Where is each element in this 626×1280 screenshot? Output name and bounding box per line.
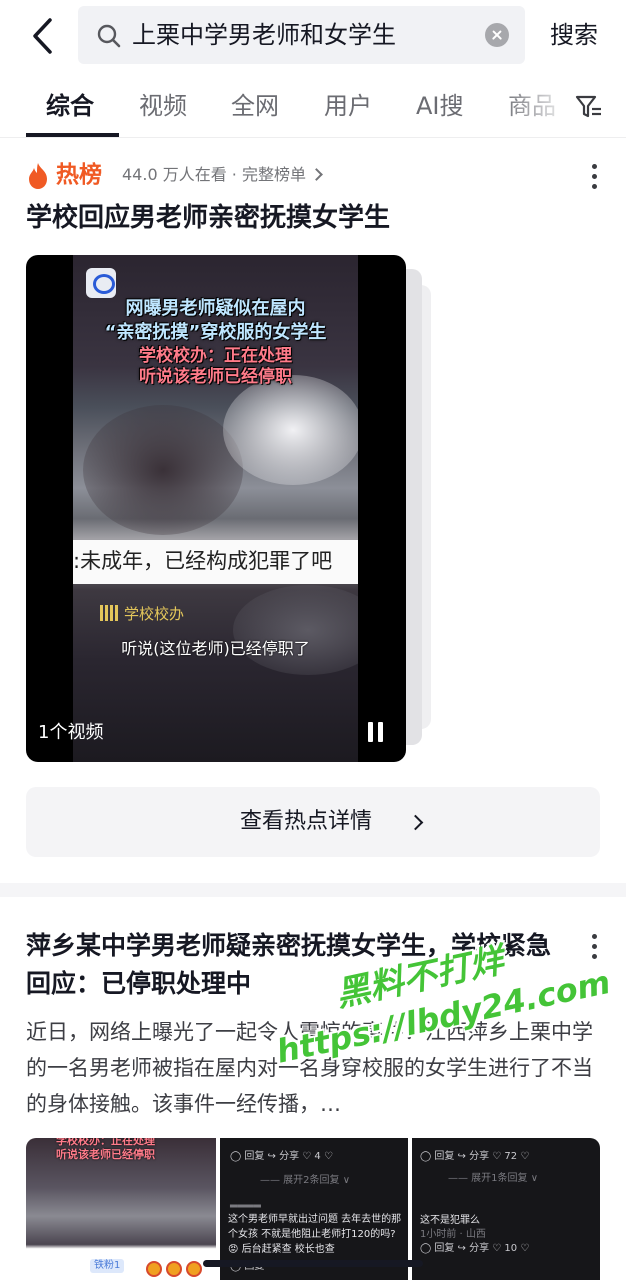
tab-video[interactable]: 视频 <box>139 90 187 122</box>
hot-list-meta[interactable]: 44.0 万人在看 · 完整榜单 <box>122 163 323 187</box>
hot-video-stack[interactable]: 网曝男老师疑似在屋内 “亲密抚摸”穿校服的女学生 学校校办：正在处理 听说该老师… <box>26 255 436 762</box>
search-icon <box>97 24 121 48</box>
comment-time: 1小时前 · 山西 <box>420 1229 486 1240</box>
video-player[interactable]: 网曝男老师疑似在屋内 “亲密抚摸”穿校服的女学生 学校校办：正在处理 听说该老师… <box>26 255 406 762</box>
comment-footer: ◯ 回复 ↪ 分享 ♡ 10 ♡ <box>420 1243 530 1254</box>
video-count: 1个视频 <box>38 722 104 743</box>
video-subtitle-bar: :未成年，已经构成犯罪了吧 <box>73 540 358 584</box>
search-query-text[interactable]: 上栗中学男老师和女学生 <box>132 19 396 51</box>
tabs-fade <box>500 78 580 136</box>
fan-badge: 铁粉1 <box>90 1259 125 1273</box>
video-speaker-label: 学校校办 <box>100 603 184 625</box>
comment-text: 这个男老师早就出过问题 去年去世的那个女孩 不就是他阻止老师打120的吗? 😡 … <box>228 1214 402 1255</box>
article-thumbnail-3[interactable]: ◯ 回复 ↪ 分享 ♡ 72 ♡ —— 展开1条回复 ∨ 这不是犯罪么 1小时前… <box>412 1138 600 1280</box>
article-image-strip[interactable]: 学校校办：正在处理 听说该老师已经停职 铁粉1 ◯ 回复 ↪ 分享 ♡ 4 ♡ … <box>26 1138 600 1280</box>
filter-icon[interactable] <box>574 92 604 122</box>
audio-wave-icon <box>100 605 118 621</box>
comment-user: ▂▂▂▂ <box>230 1197 261 1208</box>
tab-web[interactable]: 全网 <box>231 90 279 122</box>
back-arrow-icon[interactable] <box>26 16 60 56</box>
comment-text: 这不是犯罪么 <box>420 1215 480 1226</box>
video-headline-4: 听说该老师已经停职 <box>139 367 292 387</box>
tab-users[interactable]: 用户 <box>324 90 372 122</box>
pause-icon[interactable] <box>368 722 384 742</box>
hot-topic-title[interactable]: 学校回应男老师亲密抚摸女学生 <box>26 199 390 237</box>
article-title[interactable]: 萍乡某中学男老师疑亲密抚摸女学生，学校紧急回应：已停职处理中 <box>26 927 566 1003</box>
video-headline-1: 网曝男老师疑似在屋内 <box>125 298 306 319</box>
thumb1-text-1: 学校校办：正在处理 <box>56 1138 155 1147</box>
speaker-name: 学校校办 <box>124 605 185 623</box>
video-subtitle-text: :未成年，已经构成犯罪了吧 <box>73 549 333 573</box>
section-divider <box>0 883 626 897</box>
comment-actions: ◯ 回复 ↪ 分享 ♡ 4 ♡ <box>230 1151 333 1162</box>
expand-replies: —— 展开2条回复 ∨ <box>260 1175 351 1186</box>
comment-actions: ◯ 回复 ↪ 分享 ♡ 72 ♡ <box>420 1151 530 1162</box>
active-tab-indicator <box>26 133 119 137</box>
view-hot-details-label: 查看热点详情 <box>239 809 372 834</box>
search-header: 上栗中学男老师和女学生 搜索 <box>0 0 626 72</box>
article-thumbnail-1[interactable]: 学校校办：正在处理 听说该老师已经停职 铁粉1 <box>26 1138 216 1280</box>
article-thumbnail-2[interactable]: ◯ 回复 ↪ 分享 ♡ 4 ♡ —— 展开2条回复 ∨ ▂▂▂▂ 这个男老师早就… <box>220 1138 408 1280</box>
more-options-icon[interactable] <box>590 162 598 192</box>
search-button[interactable]: 搜索 <box>550 19 598 51</box>
search-input[interactable]: 上栗中学男老师和女学生 <box>78 6 525 64</box>
tab-ai-search[interactable]: AI搜 <box>416 90 464 122</box>
expand-replies: —— 展开1条回复 ∨ <box>448 1173 539 1184</box>
clear-search-icon[interactable] <box>485 23 509 47</box>
search-tabs: 综合 视频 全网 用户 AI搜 商品 <box>0 78 626 138</box>
emoji-icon <box>166 1261 182 1277</box>
chevron-right-icon <box>310 168 323 181</box>
video-headline-3: 学校校办：正在处理 <box>139 346 292 366</box>
view-hot-details-button[interactable]: 查看热点详情 <box>26 787 600 857</box>
emoji-icon <box>146 1261 162 1277</box>
thumb1-text-2: 听说该老师已经停职 <box>56 1148 155 1161</box>
channel-logo-icon <box>86 268 116 298</box>
video-caption: 听说(这位老师)已经停职了 <box>121 639 310 658</box>
tab-comprehensive[interactable]: 综合 <box>46 90 94 122</box>
article-more-options-icon[interactable] <box>590 932 598 962</box>
article-summary[interactable]: 近日，网络上曝光了一起令人震惊的事件：江西萍乡上栗中学的一名男老师被指在屋内对一… <box>26 1014 600 1126</box>
flame-icon <box>29 163 47 189</box>
hot-list-header[interactable]: 热榜 44.0 万人在看 · 完整榜单 <box>26 160 600 192</box>
hot-list-meta-text: 44.0 万人在看 · 完整榜单 <box>122 165 306 184</box>
emoji-icon <box>186 1261 202 1277</box>
hot-list-badge: 热榜 <box>56 162 102 188</box>
home-indicator[interactable] <box>203 1260 423 1267</box>
video-headline-2: “亲密抚摸”穿校服的女学生 <box>104 322 327 343</box>
